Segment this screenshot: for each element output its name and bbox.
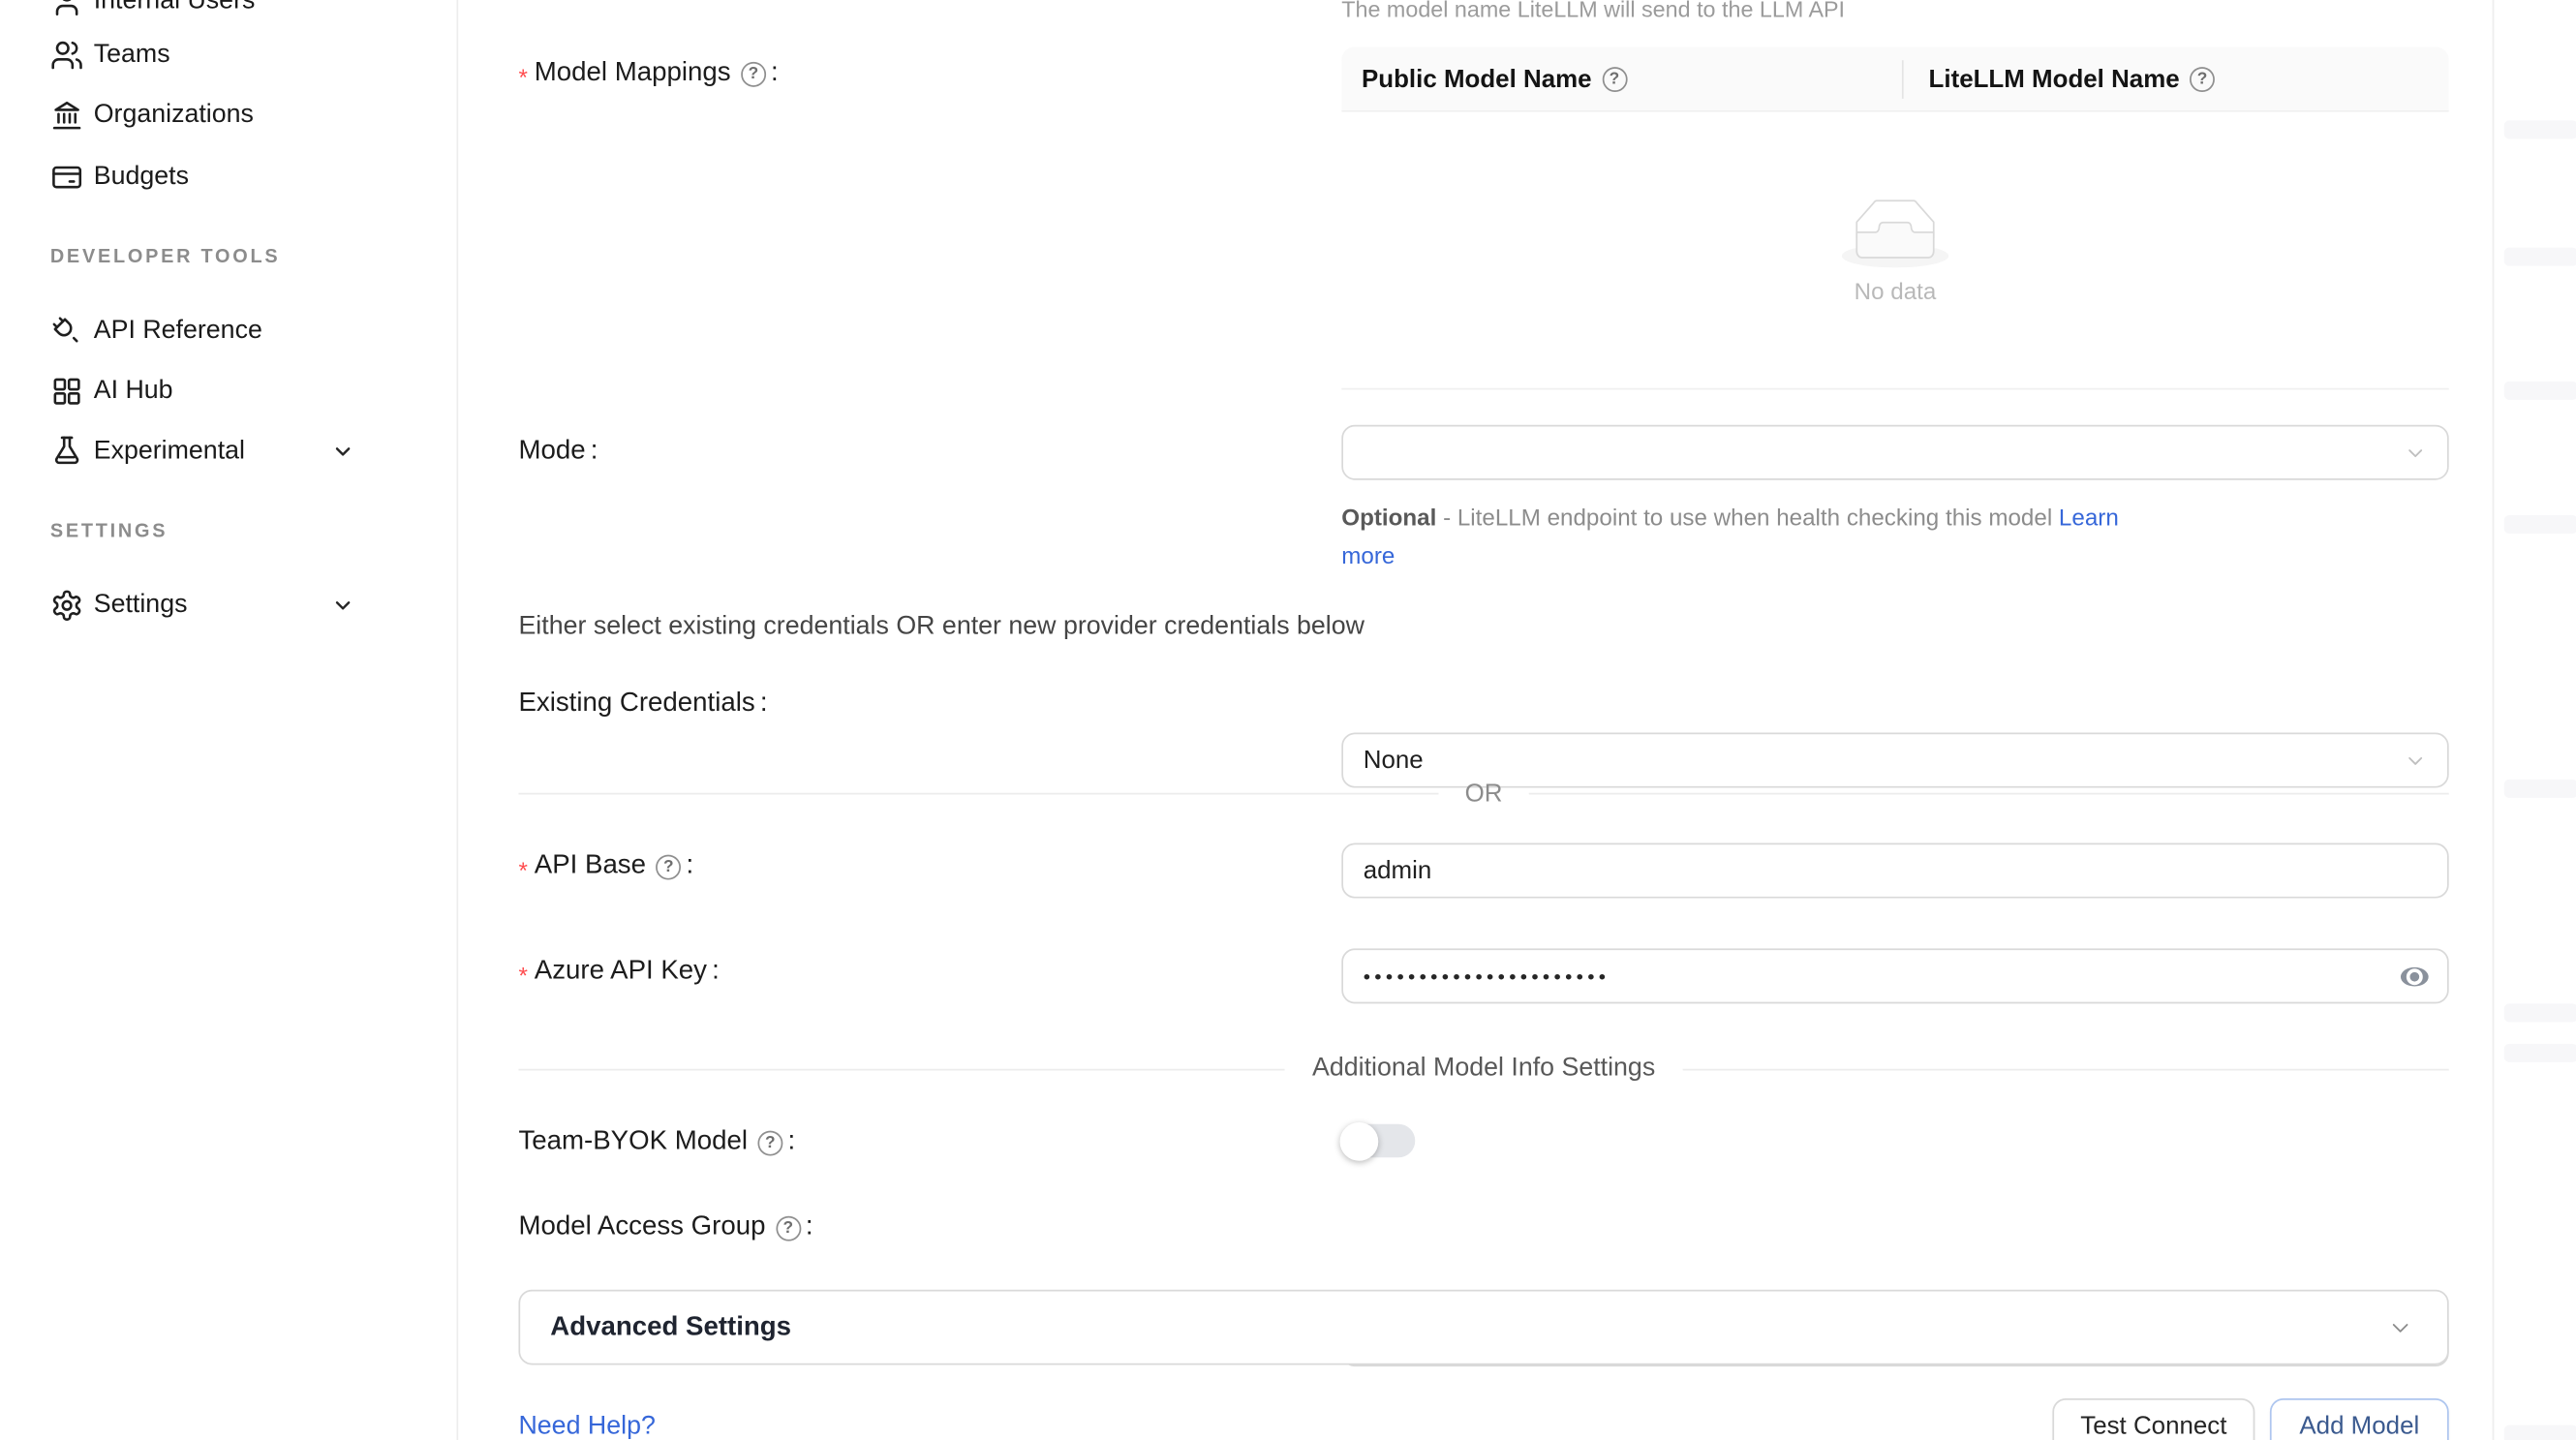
required-asterisk: * [518, 64, 527, 91]
help-icon[interactable] [757, 1131, 782, 1156]
chevron-down-icon [2404, 441, 2427, 464]
table-header: Public Model Name LiteLLM Model Name [1341, 46, 2448, 111]
existing-credentials-label: Existing Credentials : [518, 689, 767, 720]
column-public-model-name: Public Model Name [1341, 46, 1902, 110]
add-model-form: The model name LiteLLM will send to the … [458, 0, 2492, 1440]
user-icon [50, 0, 84, 18]
litellm-model-name-note: The model name LiteLLM will send to the … [1341, 0, 1845, 21]
flask-icon [50, 435, 84, 469]
model-mappings-label: * Model Mappings : [518, 58, 778, 88]
sidebar-item-api-reference[interactable]: API Reference [0, 303, 458, 360]
help-icon[interactable] [776, 1216, 801, 1241]
chevron-down-icon [331, 440, 354, 463]
eye-icon[interactable] [2397, 959, 2432, 994]
model-access-group-label: Model Access Group : [518, 1212, 813, 1242]
sidebar-item-label: Budgets [94, 163, 189, 193]
sidebar-item-budgets[interactable]: Budgets [0, 149, 458, 206]
team-byok-label: Team-BYOK Model : [518, 1127, 795, 1157]
sidebar-item-label: Internal Users [94, 0, 256, 16]
sidebar-item-label: API Reference [94, 316, 262, 346]
sidebar-item-organizations[interactable]: Organizations [0, 87, 458, 144]
sidebar-item-label: Organizations [94, 101, 254, 131]
sidebar-item-experimental[interactable]: Experimental [0, 423, 458, 480]
credit-card-icon [50, 161, 84, 195]
gear-icon [50, 589, 84, 623]
additional-model-info-divider: Additional Model Info Settings [518, 1054, 2448, 1084]
sidebar-section-developer-tools: DEVELOPER TOOLS [50, 248, 281, 268]
api-base-label: * API Base : [518, 851, 693, 881]
sidebar-item-label: Settings [94, 591, 188, 621]
no-data-text: No data [1855, 277, 1937, 304]
advanced-settings-panel[interactable]: Advanced Settings [518, 1290, 2448, 1365]
mode-helper-text: Optional - LiteLLM endpoint to use when … [1341, 499, 2131, 575]
chevron-down-icon [2387, 1314, 2414, 1341]
help-icon[interactable] [2190, 67, 2215, 92]
or-divider: OR [518, 780, 2448, 808]
app-viewport: Internal Users Teams Organizations Budge… [0, 0, 2576, 1440]
credentials-note: Either select existing credentials OR en… [518, 612, 1365, 642]
azure-api-key-input[interactable] [1341, 948, 2448, 1003]
sidebar-item-label: Experimental [94, 437, 245, 467]
chevron-down-icon [2404, 749, 2427, 772]
azure-api-key-label: * Azure API Key : [518, 957, 719, 987]
help-icon[interactable] [1602, 67, 1627, 92]
plug-icon [50, 315, 84, 349]
team-byok-toggle[interactable] [1341, 1124, 1415, 1158]
column-litellm-model-name: LiteLLM Model Name [1902, 46, 2449, 110]
sidebar: Internal Users Teams Organizations Budge… [0, 0, 458, 1440]
add-model-button[interactable]: Add Model [2270, 1398, 2449, 1440]
advanced-settings-title: Advanced Settings [550, 1312, 791, 1342]
sidebar-item-teams[interactable]: Teams [0, 27, 458, 84]
sidebar-section-settings: SETTINGS [50, 522, 168, 542]
api-base-input[interactable] [1341, 843, 2448, 899]
mode-label: Mode : [518, 437, 598, 467]
sidebar-item-ai-hub[interactable]: AI Hub [0, 363, 458, 420]
help-icon[interactable] [656, 855, 681, 880]
required-asterisk: * [518, 962, 527, 989]
mode-select[interactable] [1341, 425, 2448, 480]
chevron-down-icon [331, 594, 354, 617]
sidebar-item-label: Teams [94, 40, 170, 70]
toggle-knob [1340, 1121, 1379, 1160]
required-asterisk: * [518, 856, 527, 883]
landmark-icon [50, 99, 84, 133]
help-icon[interactable] [741, 62, 766, 87]
empty-box-icon [1842, 199, 1949, 267]
empty-state: No data [1341, 112, 2448, 390]
need-help-link[interactable]: Need Help? [518, 1412, 655, 1440]
users-icon [50, 39, 84, 73]
model-mappings-table: Public Model Name LiteLLM Model Name No … [1341, 46, 2448, 389]
sidebar-item-internal-users[interactable]: Internal Users [0, 0, 458, 30]
sidebar-item-settings[interactable]: Settings [0, 577, 458, 634]
selected-value: None [1343, 746, 1424, 774]
grid-icon [50, 375, 84, 409]
page-background-strip [2493, 0, 2576, 1440]
test-connect-button[interactable]: Test Connect [2052, 1398, 2254, 1440]
sidebar-item-label: AI Hub [94, 377, 173, 407]
